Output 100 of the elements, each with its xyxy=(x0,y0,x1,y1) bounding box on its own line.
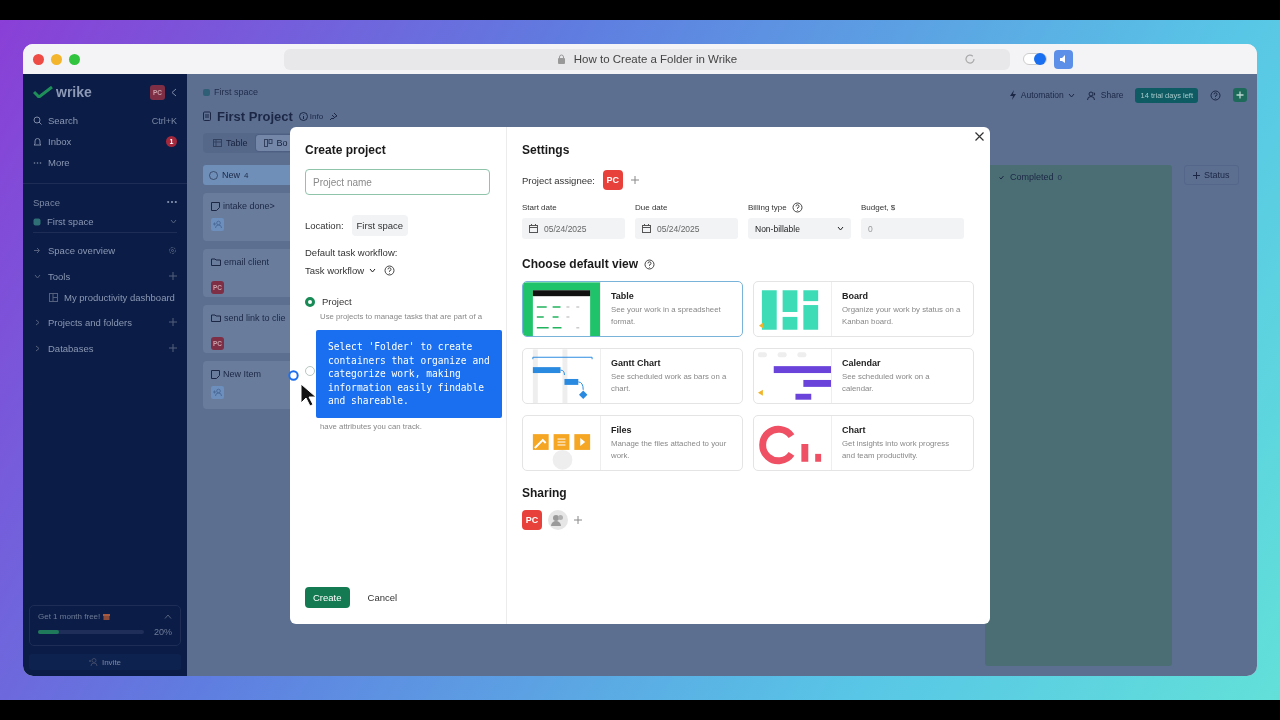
add-user-icon xyxy=(88,658,98,666)
add-assignee-icon[interactable] xyxy=(211,386,224,399)
pin-icon[interactable] xyxy=(329,111,339,121)
collapse-icon[interactable] xyxy=(171,87,177,97)
progress-reading: 20% xyxy=(154,627,172,637)
project-title: First Project xyxy=(217,108,293,124)
billing-dropdown[interactable]: Non-billable xyxy=(748,218,851,239)
project-icon xyxy=(203,111,211,121)
cancel-button[interactable]: Cancel xyxy=(361,591,404,604)
project-name-field[interactable]: Project name xyxy=(305,169,490,195)
field-label: Due date xyxy=(635,202,668,212)
view-name: Gantt Chart xyxy=(611,358,662,368)
chevron-down-icon xyxy=(837,226,844,231)
plus-icon[interactable] xyxy=(574,516,582,524)
help-icon xyxy=(644,258,656,270)
shortcut-hint: Ctrl+K xyxy=(151,115,177,126)
invite-button[interactable]: Invite xyxy=(29,654,181,670)
assignee-avatar[interactable]: PC xyxy=(602,170,623,190)
section-heading: Settings xyxy=(522,143,571,158)
create-button[interactable]: Create xyxy=(305,587,350,608)
search-icon xyxy=(33,116,42,125)
plus-icon[interactable] xyxy=(630,176,639,184)
dialog-title: Create project xyxy=(305,143,387,158)
task-icon xyxy=(211,201,220,211)
chevron-down-icon xyxy=(170,219,177,224)
card-title: email client xyxy=(224,257,270,267)
info-icon xyxy=(298,111,308,121)
chevron-up-icon[interactable] xyxy=(164,614,172,619)
section-heading: Choose default view xyxy=(522,257,639,271)
table-icon xyxy=(213,139,222,147)
cursor-icon xyxy=(300,383,316,407)
plus-icon[interactable] xyxy=(169,318,177,326)
nav-item[interactable]: More xyxy=(33,152,177,173)
speaker-button[interactable] xyxy=(1054,49,1073,69)
close-icon[interactable] xyxy=(975,132,984,141)
reload-icon[interactable] xyxy=(964,52,976,65)
option-label: Project xyxy=(322,296,352,307)
card-title: New Item xyxy=(223,369,261,379)
board-icon xyxy=(263,139,273,147)
field-label: Default task workflow: xyxy=(305,247,399,258)
folder-icon xyxy=(211,314,221,322)
add-button-icon[interactable] xyxy=(1233,88,1247,102)
minimize-window-button[interactable] xyxy=(51,53,62,65)
promo-text: Get 1 month free! xyxy=(38,612,101,621)
nav-item[interactable]: Search Ctrl+K xyxy=(33,110,177,131)
help-icon xyxy=(384,265,396,276)
space-icon xyxy=(203,88,210,96)
address-bar[interactable]: How to Create a Folder in Wrike xyxy=(284,48,1010,70)
tree-item[interactable]: Space overview xyxy=(33,237,177,263)
plus-icon[interactable] xyxy=(169,344,177,352)
bolt-icon xyxy=(1009,90,1017,100)
help-icon[interactable] xyxy=(1210,89,1221,101)
tree-item[interactable]: Tools xyxy=(33,263,177,289)
add-assignee-icon[interactable] xyxy=(211,218,224,231)
tree-item[interactable]: My productivity dashboard xyxy=(33,289,177,305)
card-title: intake done> xyxy=(223,201,275,211)
view-name: Table xyxy=(611,291,635,301)
logo-text: wrike xyxy=(56,84,92,100)
view-name: Files xyxy=(611,425,633,435)
calendar-icon xyxy=(529,224,538,233)
user-avatar: PC xyxy=(522,510,542,530)
field-label: Billing type xyxy=(748,202,787,212)
plus-icon xyxy=(1193,171,1200,179)
ellipsis-icon[interactable] xyxy=(167,200,177,204)
view-name: Calendar xyxy=(842,358,882,368)
lock-icon xyxy=(556,54,566,64)
workflow-dropdown[interactable]: Task workflow xyxy=(305,265,377,276)
status-icon xyxy=(209,170,218,180)
calendar-icon xyxy=(642,224,651,233)
space-dropdown[interactable]: First space xyxy=(33,211,177,233)
field-label: Budget, $ xyxy=(861,202,896,212)
chevron-down-icon xyxy=(1067,92,1075,98)
tooltip: Select 'Folder' to create containers that organize and categorize work, making information easily findable and shareable. xyxy=(316,330,502,418)
view-name: Chart xyxy=(842,425,867,435)
card-title: send link to clie xyxy=(224,313,286,323)
view-name: Board xyxy=(842,291,869,301)
close-window-button[interactable] xyxy=(33,53,44,65)
budget-field[interactable]: 0 xyxy=(861,218,964,239)
date-field[interactable]: 05/24/2025 xyxy=(522,218,625,239)
field-label: Location: xyxy=(305,220,344,231)
toggle-switch[interactable] xyxy=(1023,53,1047,65)
tree-item[interactable]: Projects and folders xyxy=(33,309,177,335)
radio-button[interactable] xyxy=(305,366,315,376)
radio-button[interactable] xyxy=(305,296,315,307)
gift-icon xyxy=(103,613,111,620)
date-field[interactable]: 05/24/2025 xyxy=(635,218,738,239)
field-label: Start date xyxy=(522,202,557,212)
page-title: How to Create a Folder in Wrike xyxy=(573,53,738,65)
plus-icon[interactable] xyxy=(169,272,177,280)
tree-item[interactable]: Databases xyxy=(33,335,177,361)
chevron-down-icon xyxy=(369,268,377,273)
folder-icon xyxy=(211,258,221,266)
task-icon xyxy=(211,369,220,379)
location-button[interactable]: First space xyxy=(351,215,409,236)
checkmark-logo-icon xyxy=(33,86,53,98)
group-avatar-icon xyxy=(548,510,568,530)
dashboard-icon xyxy=(49,292,58,302)
users-icon xyxy=(1086,90,1097,100)
gear-icon xyxy=(168,245,177,255)
maximize-window-button[interactable] xyxy=(69,53,80,65)
